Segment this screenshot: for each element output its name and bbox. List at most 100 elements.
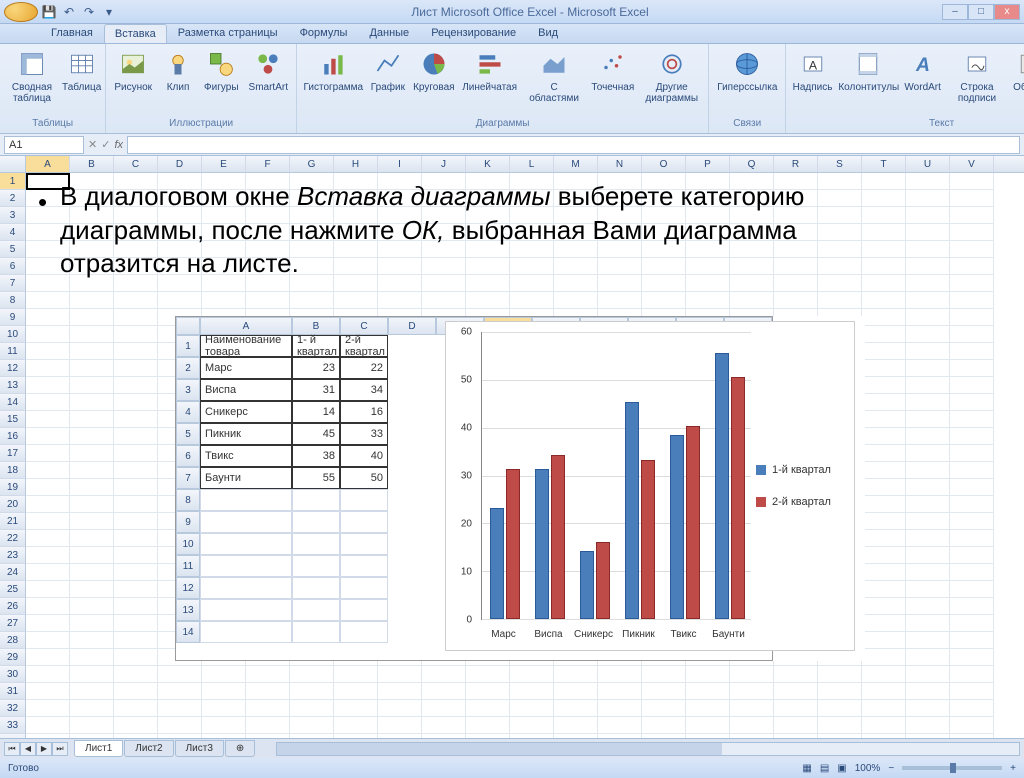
cell[interactable]: [70, 411, 114, 428]
clip-button[interactable]: Клип: [158, 46, 198, 95]
sheet-tab-Лист1[interactable]: Лист1: [74, 740, 123, 757]
row-header-19[interactable]: 19: [0, 479, 26, 496]
cell[interactable]: [26, 292, 70, 309]
cell[interactable]: [70, 309, 114, 326]
data-cell[interactable]: Баунти: [200, 467, 292, 489]
empty-cell[interactable]: [292, 533, 340, 555]
cell[interactable]: [26, 734, 70, 738]
cell[interactable]: [422, 734, 466, 738]
cell[interactable]: [862, 530, 906, 547]
zoom-out-icon[interactable]: −: [888, 763, 894, 774]
cell[interactable]: [950, 598, 994, 615]
data-cell[interactable]: 50: [340, 467, 388, 489]
cell[interactable]: [862, 377, 906, 394]
data-cell[interactable]: 22: [340, 357, 388, 379]
qat-dropdown-icon[interactable]: ▾: [100, 3, 118, 21]
close-button[interactable]: x: [994, 4, 1020, 20]
cell[interactable]: [466, 717, 510, 734]
col-header-U[interactable]: U: [906, 156, 950, 172]
cell[interactable]: [114, 343, 158, 360]
col-header-Q[interactable]: Q: [730, 156, 774, 172]
cell[interactable]: [862, 564, 906, 581]
cell[interactable]: [862, 411, 906, 428]
cell[interactable]: [598, 292, 642, 309]
enter-icon[interactable]: ✓: [101, 138, 110, 151]
header-cell[interactable]: 1- й квартал: [292, 335, 340, 357]
cell[interactable]: [246, 683, 290, 700]
cell[interactable]: [246, 717, 290, 734]
cell[interactable]: [642, 666, 686, 683]
cell[interactable]: [642, 700, 686, 717]
cell[interactable]: [906, 734, 950, 738]
cell[interactable]: [862, 496, 906, 513]
cell[interactable]: [906, 479, 950, 496]
sheet-tab-Лист2[interactable]: Лист2: [124, 740, 173, 757]
empty-cell[interactable]: [200, 621, 292, 643]
tab-вид[interactable]: Вид: [527, 23, 569, 43]
row-header-24[interactable]: 24: [0, 564, 26, 581]
cell[interactable]: [862, 717, 906, 734]
cell[interactable]: [70, 581, 114, 598]
smartart-button[interactable]: SmartArt: [245, 46, 292, 95]
data-cell[interactable]: 34: [340, 379, 388, 401]
cell[interactable]: [334, 666, 378, 683]
cell[interactable]: [950, 394, 994, 411]
cell[interactable]: [906, 581, 950, 598]
row-header-29[interactable]: 29: [0, 649, 26, 666]
row-header-15[interactable]: 15: [0, 411, 26, 428]
col-header-S[interactable]: S: [818, 156, 862, 172]
cell[interactable]: [906, 428, 950, 445]
cell[interactable]: [114, 496, 158, 513]
cell[interactable]: [950, 581, 994, 598]
cell[interactable]: [26, 530, 70, 547]
save-icon[interactable]: 💾: [40, 3, 58, 21]
cell[interactable]: [598, 666, 642, 683]
redo-icon[interactable]: ↷: [80, 3, 98, 21]
cell[interactable]: [950, 513, 994, 530]
cell[interactable]: [26, 377, 70, 394]
cell[interactable]: [906, 547, 950, 564]
col-header-R[interactable]: R: [774, 156, 818, 172]
cancel-icon[interactable]: ✕: [88, 138, 97, 151]
cell[interactable]: [334, 292, 378, 309]
cell[interactable]: [114, 530, 158, 547]
cell[interactable]: [26, 700, 70, 717]
cell[interactable]: [334, 717, 378, 734]
cell[interactable]: [378, 700, 422, 717]
cell[interactable]: [466, 734, 510, 738]
row-header-32[interactable]: 32: [0, 700, 26, 717]
cell[interactable]: [862, 190, 906, 207]
cell[interactable]: [906, 275, 950, 292]
view-normal-icon[interactable]: ▦: [802, 763, 811, 774]
row-header-2[interactable]: 2: [0, 190, 26, 207]
scatter-chart-button[interactable]: Точечная: [588, 46, 637, 95]
cell[interactable]: [818, 683, 862, 700]
cell[interactable]: [70, 683, 114, 700]
cell[interactable]: [862, 479, 906, 496]
tab-вставка[interactable]: Вставка: [104, 24, 167, 43]
textbox-button[interactable]: AНадпись: [790, 46, 835, 95]
row-header-26[interactable]: 26: [0, 598, 26, 615]
cell[interactable]: [26, 173, 70, 190]
erow-13[interactable]: 13: [176, 599, 200, 621]
bar-chart-button[interactable]: Линейчатая: [460, 46, 520, 95]
cell[interactable]: [202, 700, 246, 717]
cell[interactable]: [862, 462, 906, 479]
cell[interactable]: [26, 360, 70, 377]
cell[interactable]: [774, 700, 818, 717]
cell[interactable]: [862, 666, 906, 683]
zoom-in-icon[interactable]: +: [1010, 763, 1016, 774]
cell[interactable]: [906, 326, 950, 343]
col-header-O[interactable]: O: [642, 156, 686, 172]
cell[interactable]: [686, 666, 730, 683]
tab-главная[interactable]: Главная: [40, 23, 104, 43]
cell[interactable]: [906, 190, 950, 207]
cell[interactable]: [246, 734, 290, 738]
cell[interactable]: [334, 700, 378, 717]
empty-cell[interactable]: [292, 555, 340, 577]
cell[interactable]: [950, 258, 994, 275]
cell[interactable]: [26, 462, 70, 479]
cell[interactable]: [906, 360, 950, 377]
cell[interactable]: [598, 717, 642, 734]
cell[interactable]: [70, 394, 114, 411]
